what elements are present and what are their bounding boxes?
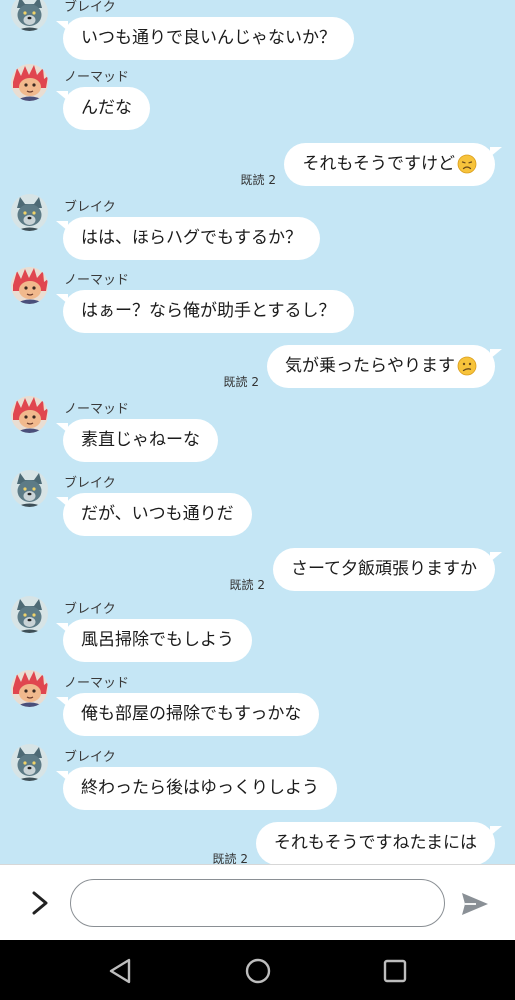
message-bubble[interactable]: 風呂掃除でもしよう	[56, 619, 252, 662]
message-bubble[interactable]: 俺も部屋の掃除でもすっかな	[55, 693, 320, 736]
avatar-blake[interactable]	[11, 0, 48, 31]
avatar-nomad[interactable]	[11, 670, 48, 707]
system-nav-bar	[0, 940, 515, 1000]
message-text: いつも通りで良いんじゃないか？	[81, 28, 336, 48]
message-bubble[interactable]: 終わったら後はゆっくりしよう	[56, 767, 337, 810]
message-text: 風呂掃除でもしよう	[81, 630, 234, 650]
recents-square-icon[interactable]	[380, 956, 410, 986]
message-text: はは、ほらハグでもするか？	[81, 228, 302, 248]
avatar-blake[interactable]	[11, 470, 48, 507]
message-bubble[interactable]: はぁー？なら俺が助手とするし？	[56, 290, 354, 333]
send-icon[interactable]	[460, 891, 490, 917]
read-receipt: 既読 2	[229, 578, 265, 592]
message-text: だが、いつも通りだ	[81, 504, 234, 524]
sender-name: ノーマッド	[64, 676, 130, 691]
message-text: んだな	[81, 98, 132, 118]
message-bubble[interactable]: はは、ほらハグでもするか？	[56, 217, 320, 260]
message-composer	[0, 864, 515, 940]
read-receipt: 既読 2	[212, 852, 248, 864]
message-text: 終わったら後はゆっくりしよう	[81, 778, 319, 798]
confused-face-icon	[455, 356, 477, 376]
disappointed-face-icon	[455, 154, 477, 174]
read-receipt: 既読 2	[240, 173, 276, 187]
sender-name: ノーマッド	[64, 273, 130, 288]
sender-name: ノーマッド	[64, 402, 130, 417]
sender-name: ブレイク	[64, 476, 116, 491]
avatar-nomad[interactable]	[11, 267, 48, 304]
message-bubble[interactable]: それもそうですねたまには	[255, 822, 503, 864]
avatar-nomad[interactable]	[11, 396, 48, 433]
message-bubble[interactable]: 気が乗ったらやります	[267, 345, 502, 388]
avatar-blake[interactable]	[11, 596, 48, 633]
home-circle-icon[interactable]	[243, 956, 273, 986]
message-text: 素直じゃねーな	[81, 430, 200, 450]
message-text: さーて夕飯頑張りますか	[291, 559, 477, 579]
message-text: それもそうですねたまには	[273, 833, 477, 853]
avatar-nomad[interactable]	[11, 64, 48, 101]
message-bubble[interactable]: だが、いつも通りだ	[56, 493, 252, 536]
avatar-blake[interactable]	[11, 744, 48, 781]
chevron-right-icon[interactable]	[28, 889, 52, 917]
chat-log[interactable]: ブレイク いつも通りで良いんじゃないか？ ノーマッド んだな それもそうですけど 既読 2…	[0, 0, 515, 864]
avatar-blake[interactable]	[11, 194, 48, 231]
sender-name: ノーマッド	[64, 70, 130, 85]
message-text: 気が乗ったらやります	[285, 356, 455, 376]
message-bubble[interactable]: いつも通りで良いんじゃないか？	[56, 17, 354, 60]
message-bubble[interactable]: さーて夕飯頑張りますか	[273, 548, 502, 591]
message-bubble[interactable]: んだな	[56, 87, 150, 130]
message-text: それもそうですけど	[302, 154, 455, 174]
message-input[interactable]	[70, 879, 445, 927]
sender-name: ブレイク	[64, 602, 116, 617]
sender-name: ブレイク	[64, 0, 116, 15]
message-bubble[interactable]: それもそうですけど	[284, 143, 502, 186]
message-text: はぁー？なら俺が助手とするし？	[81, 301, 336, 321]
sender-name: ブレイク	[64, 200, 116, 215]
message-bubble[interactable]: 素直じゃねーな	[56, 419, 218, 462]
read-receipt: 既読 2	[223, 375, 259, 389]
back-triangle-icon[interactable]	[106, 956, 136, 986]
message-text: 俺も部屋の掃除でもすっかな	[81, 704, 302, 724]
sender-name: ブレイク	[64, 750, 116, 765]
